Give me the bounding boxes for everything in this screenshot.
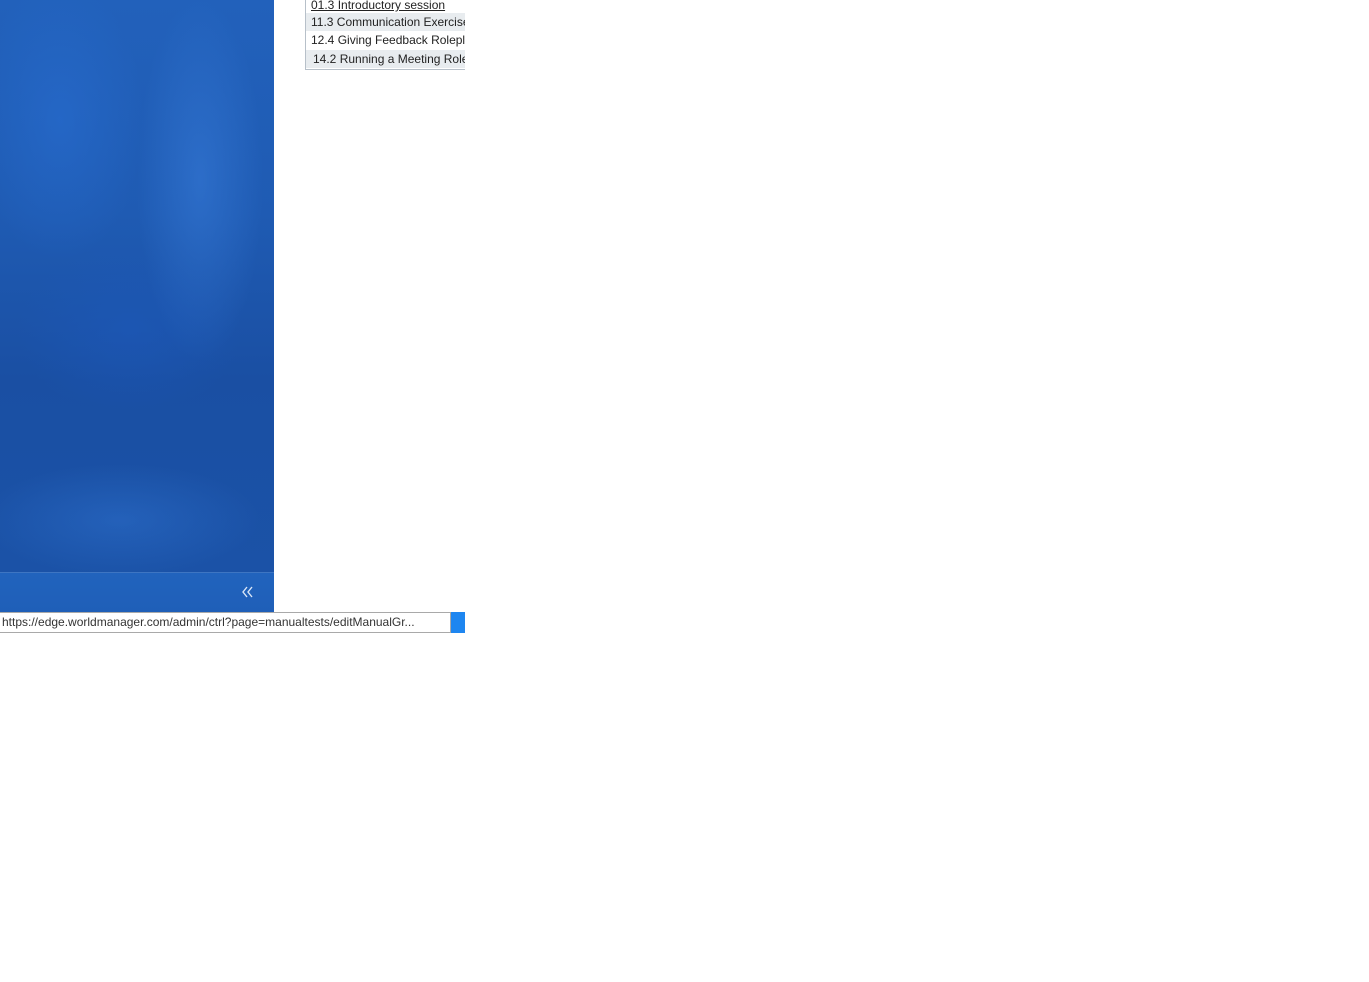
list-item[interactable]: 14.2 Running a Meeting Roleplay — [306, 50, 465, 68]
list-item[interactable]: 01.3 Introductory session — [306, 0, 465, 12]
double-chevron-left-icon[interactable] — [240, 582, 256, 602]
status-bar-accent — [451, 612, 465, 633]
list-item[interactable]: 12.4 Giving Feedback Roleplay — [306, 31, 465, 49]
manual-group-list: 01.3 Introductory session 11.3 Communica… — [305, 0, 465, 70]
status-bar-url: https://edge.worldmanager.com/admin/ctrl… — [0, 612, 451, 633]
list-item[interactable]: 11.3 Communication Exercise — [306, 13, 465, 31]
sidebar-footer — [0, 572, 274, 612]
sidebar — [0, 0, 274, 612]
